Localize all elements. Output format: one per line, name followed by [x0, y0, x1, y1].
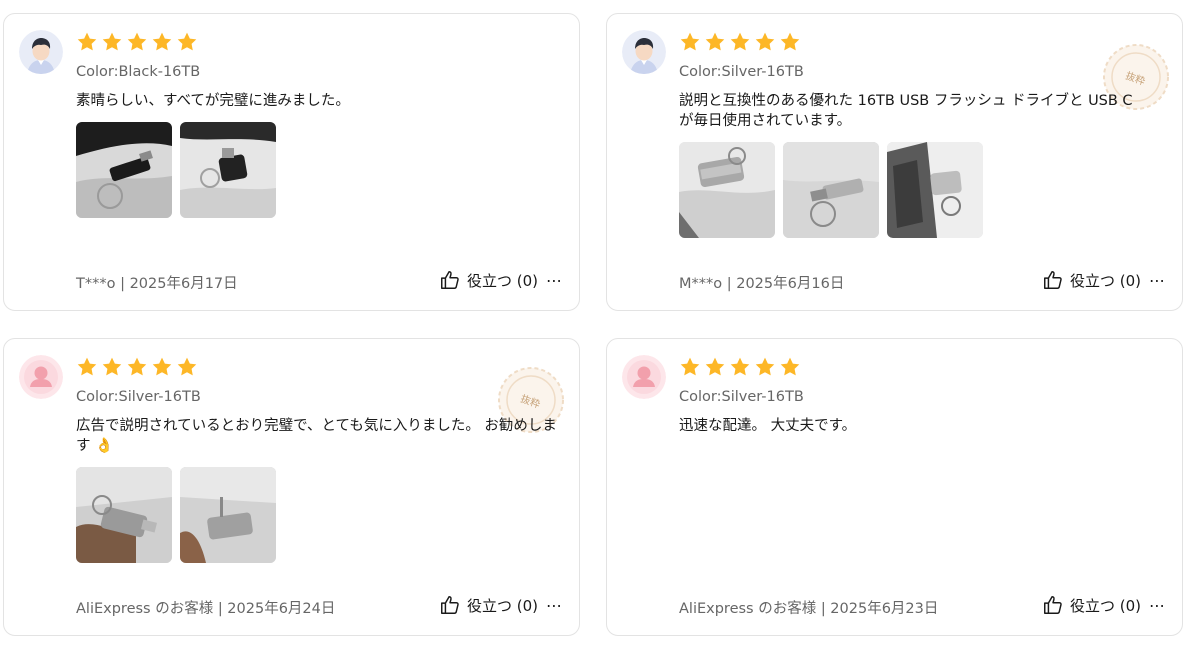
reviewer-meta: T***o | 2025年6月17日 [76, 276, 238, 292]
rating-stars [76, 356, 198, 378]
default-avatar [622, 355, 666, 399]
review-image[interactable] [783, 142, 879, 238]
helpful-label: 役立つ (0) [1069, 271, 1141, 290]
star-icon [77, 357, 97, 376]
star-icon [755, 32, 775, 51]
reviewer-meta: AliExpress のお客様 | 2025年6月24日 [76, 601, 336, 617]
star-icon [680, 357, 700, 376]
sku-label: Color:Black-16TB [76, 64, 201, 80]
sku-label: Color:Silver-16TB [76, 389, 201, 405]
review-card: Color:Silver-16TB 迅速な配達。 大丈夫です。 AliExpre… [606, 338, 1183, 636]
review-image[interactable] [887, 142, 983, 238]
rating-stars [76, 31, 198, 53]
review-card: 抜粋 Color:Silver-16TB 説明と互換性のある優れた 16TB U… [606, 13, 1183, 311]
star-icon [177, 357, 197, 376]
more-options-icon[interactable]: ⋯ [546, 271, 563, 290]
review-image[interactable] [180, 467, 276, 563]
thumbs-up-icon [440, 596, 459, 614]
review-card: 抜粋 Color:Silver-16TB 広告で説明されているとおり完璧で、とて… [3, 338, 580, 636]
star-icon [705, 357, 725, 376]
star-icon [730, 357, 750, 376]
helpful-label: 役立つ (0) [466, 596, 538, 615]
thumbs-up-icon [1043, 596, 1062, 614]
star-icon [152, 32, 172, 51]
review-card: Color:Black-16TB 素晴らしい、すべてが完璧に進みました。 T**… [3, 13, 580, 311]
star-icon [102, 32, 122, 51]
star-icon [127, 32, 147, 51]
helpful-label: 役立つ (0) [466, 271, 538, 290]
review-text: 迅速な配達。 大丈夫です。 [679, 418, 857, 434]
review-images [679, 142, 983, 238]
star-icon [680, 32, 700, 51]
review-image[interactable] [180, 122, 276, 218]
thumbs-up-icon [1043, 271, 1062, 289]
helpful-button[interactable]: 役立つ (0) ⋯ [1042, 594, 1166, 616]
star-icon [127, 357, 147, 376]
review-images [76, 467, 276, 563]
more-options-icon[interactable]: ⋯ [546, 596, 563, 615]
sku-label: Color:Silver-16TB [679, 389, 804, 405]
review-text: 広告で説明されているとおり完璧で、とても気に入りました。 お勧めします 👌 [76, 418, 557, 454]
helpful-button[interactable]: 役立つ (0) ⋯ [439, 269, 563, 291]
reviewer-meta: M***o | 2025年6月16日 [679, 276, 845, 292]
review-text: 説明と互換性のある優れた 16TB USB フラッシュ ドライブと USB C … [679, 93, 1133, 129]
sku-label: Color:Silver-16TB [679, 64, 804, 80]
star-icon [755, 357, 775, 376]
review-images [76, 122, 276, 218]
review-image[interactable] [76, 467, 172, 563]
star-icon [730, 32, 750, 51]
helpful-button[interactable]: 役立つ (0) ⋯ [1042, 269, 1166, 291]
thumbs-up-icon [440, 271, 459, 289]
star-icon [780, 357, 800, 376]
star-icon [780, 32, 800, 51]
helpful-label: 役立つ (0) [1069, 596, 1141, 615]
helpful-button[interactable]: 役立つ (0) ⋯ [439, 594, 563, 616]
male-avatar [622, 30, 666, 74]
review-image[interactable] [76, 122, 172, 218]
more-options-icon[interactable]: ⋯ [1149, 271, 1166, 290]
review-image[interactable] [679, 142, 775, 238]
rating-stars [679, 356, 801, 378]
male-avatar [19, 30, 63, 74]
star-icon [102, 357, 122, 376]
star-icon [177, 32, 197, 51]
star-icon [705, 32, 725, 51]
reviewer-meta: AliExpress のお客様 | 2025年6月23日 [679, 601, 939, 617]
more-options-icon[interactable]: ⋯ [1149, 596, 1166, 615]
rating-stars [679, 31, 801, 53]
default-avatar [19, 355, 63, 399]
star-icon [77, 32, 97, 51]
review-text: 素晴らしい、すべてが完璧に進みました。 [76, 93, 350, 109]
star-icon [152, 357, 172, 376]
